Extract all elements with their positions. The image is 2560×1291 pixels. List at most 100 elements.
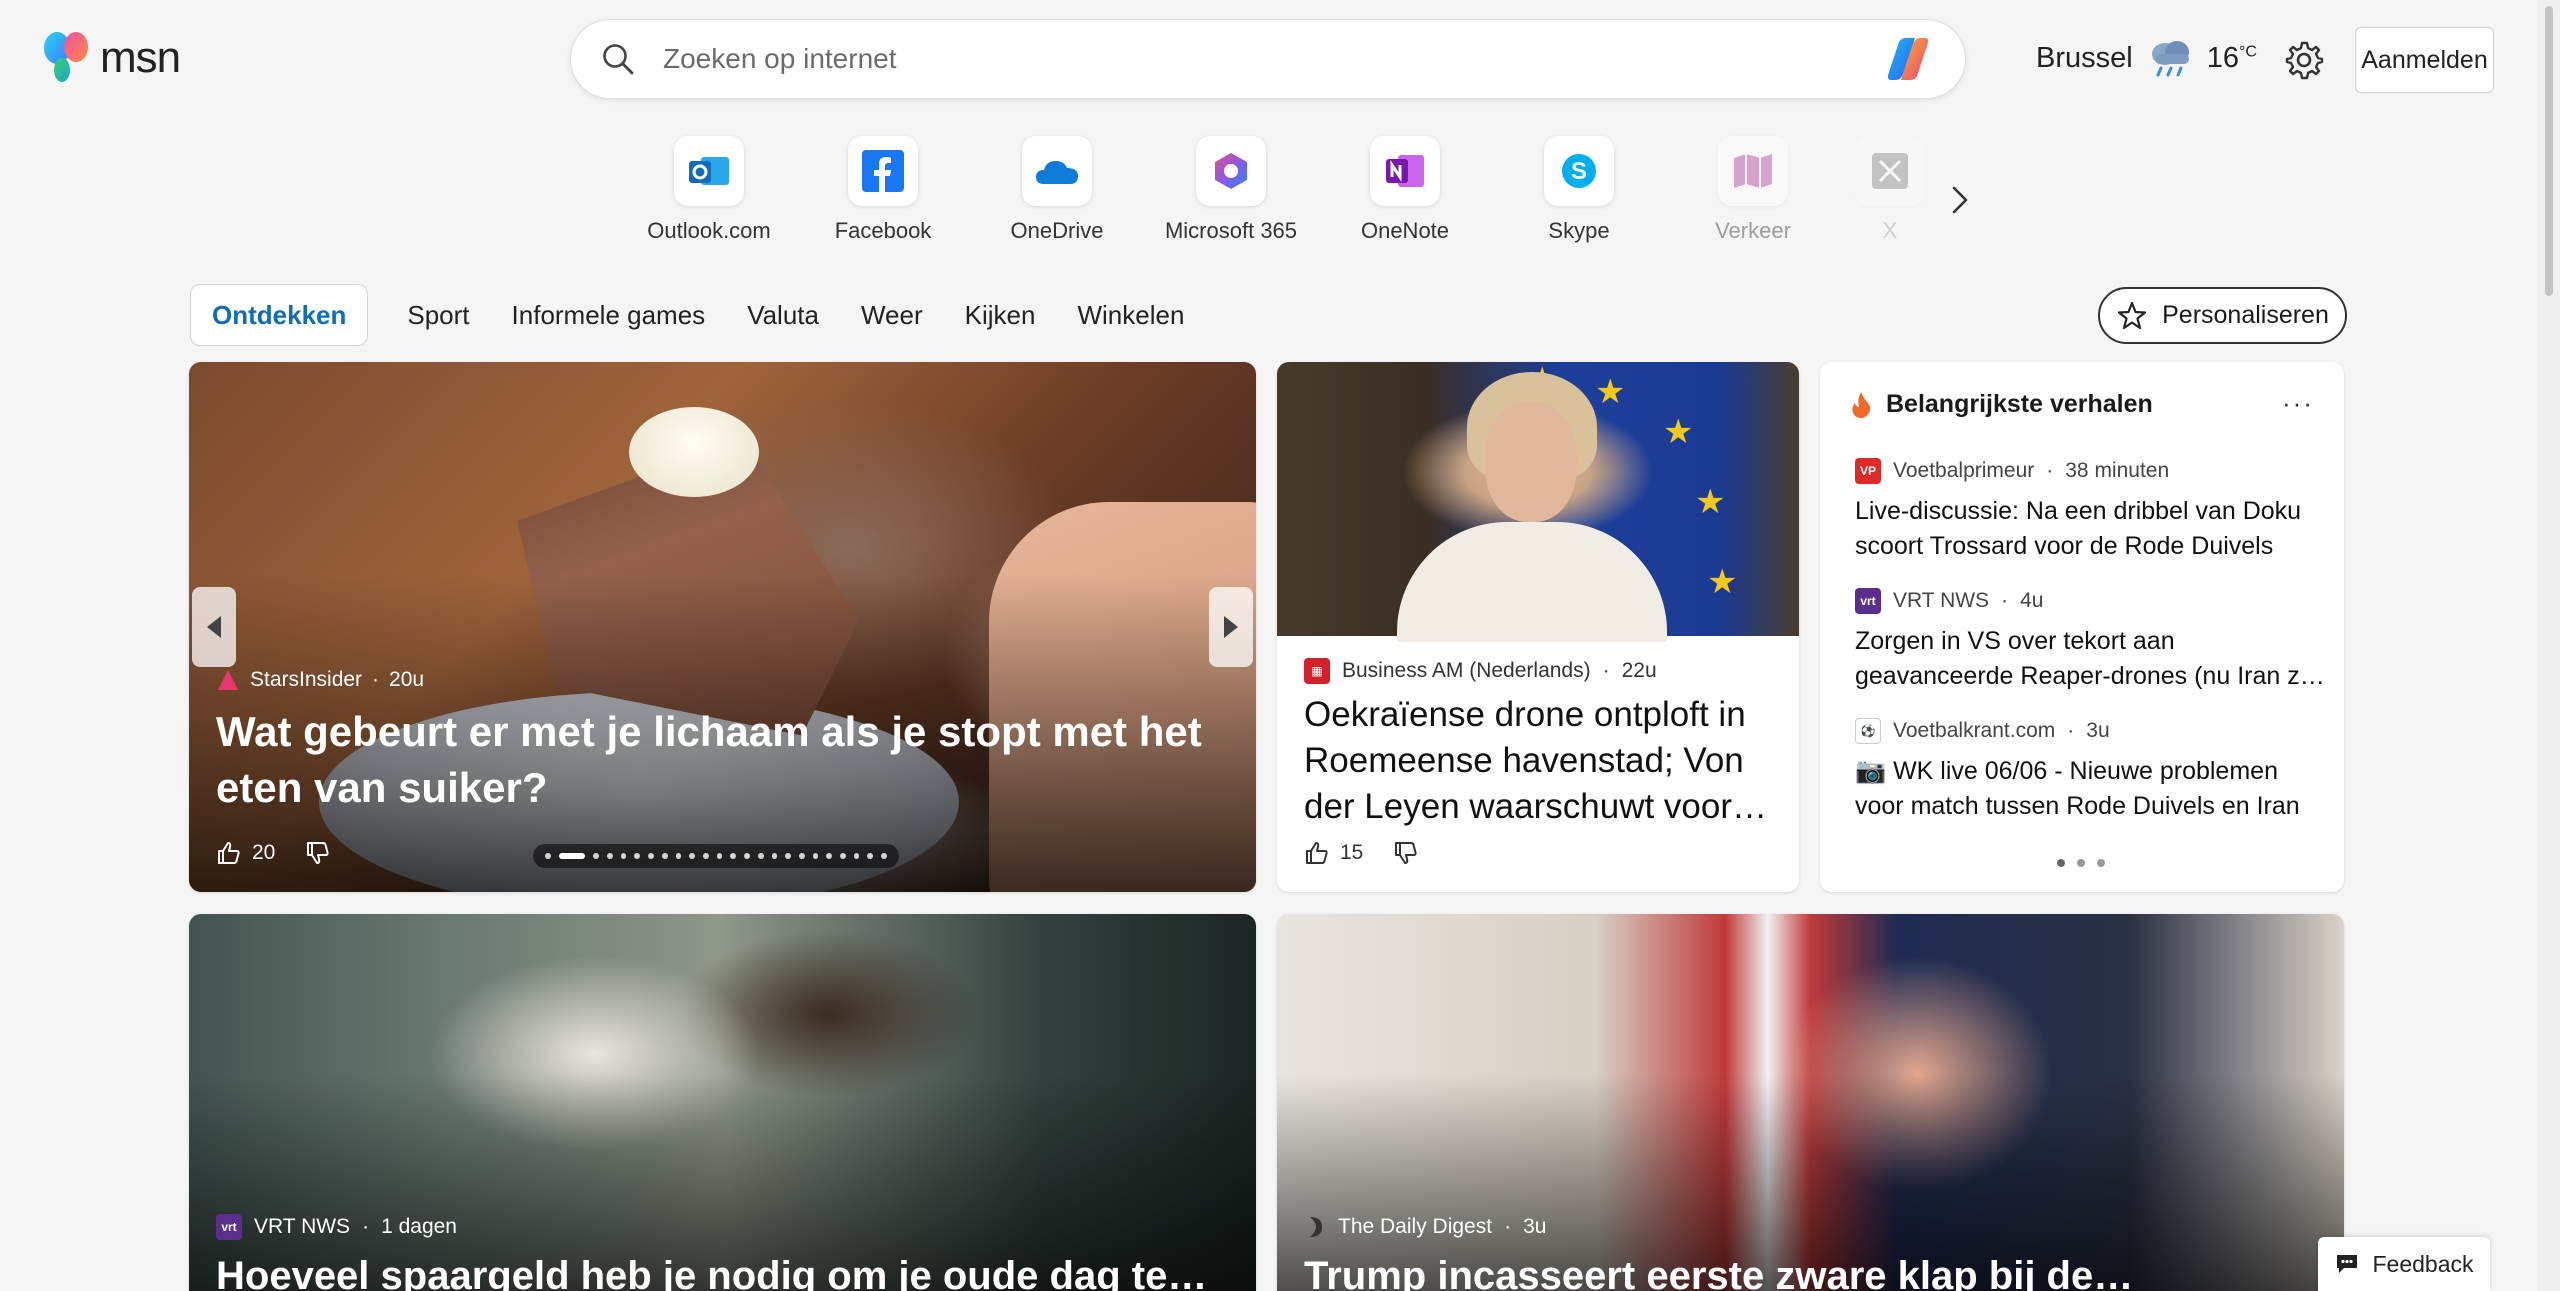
- page-dot[interactable]: [2077, 859, 2085, 867]
- thumbs-up-icon[interactable]: [1304, 840, 1330, 866]
- carousel-dot[interactable]: [812, 853, 819, 859]
- flame-icon: [1852, 391, 1871, 418]
- quicklink-label: Facebook: [834, 218, 932, 243]
- story-title: Live-discussie: Na een dribbel van Doku …: [1855, 497, 2302, 560]
- traffic-map-icon: [1734, 154, 1772, 188]
- story-title: Zorgen in VS over tekort aan geavanceerd…: [1855, 627, 2325, 690]
- thumbs-down-icon[interactable]: [1393, 840, 1419, 866]
- carousel-dot[interactable]: [702, 853, 709, 859]
- article-title[interactable]: Oekraïense drone ontploft in Roemeense h…: [1304, 692, 1784, 830]
- tab-sport[interactable]: Sport: [386, 284, 490, 346]
- tab-kijken[interactable]: Kijken: [944, 284, 1057, 346]
- quicklink-onenote[interactable]: OneNote: [1318, 136, 1492, 256]
- article-age: 1 dagen: [381, 1215, 457, 1238]
- carousel-dot[interactable]: [826, 853, 833, 859]
- quicklink-label: Microsoft 365: [1164, 218, 1298, 243]
- chevron-right-icon[interactable]: [1944, 180, 1974, 220]
- vrt-nws-logo-icon: vrt: [216, 1214, 242, 1240]
- carousel-dot[interactable]: [853, 853, 860, 859]
- copilot-icon[interactable]: [1881, 34, 1935, 84]
- triangle-right-icon: [1224, 616, 1238, 638]
- feedback-label: Feedback: [2372, 1250, 2474, 1277]
- search-bar[interactable]: [570, 19, 1966, 99]
- carousel-dot[interactable]: [634, 853, 641, 859]
- news-card[interactable]: ★ ★ ★ ★ ★ ★ ▦ Business AM (Nederlands) ·…: [1277, 362, 1799, 892]
- article-title[interactable]: Trump incasseert eerste zware klap bij d…: [1304, 1254, 2324, 1291]
- article-age: 20u: [389, 668, 425, 691]
- svg-text:S: S: [1571, 158, 1587, 185]
- quicklink-skype[interactable]: S Skype: [1492, 136, 1666, 256]
- search-input[interactable]: [663, 43, 1881, 75]
- x-icon: [1872, 153, 1908, 189]
- signin-button[interactable]: Aanmelden: [2355, 27, 2494, 93]
- carousel-dot[interactable]: [730, 853, 737, 859]
- source-name: Voetbalkrant.com: [1893, 719, 2056, 742]
- like-count: 15: [1340, 841, 1364, 864]
- voetbalkrant-logo-icon: ⚽: [1855, 718, 1881, 744]
- carousel-dot[interactable]: [545, 853, 551, 859]
- thumbs-up-icon[interactable]: [216, 840, 242, 866]
- like-count: 20: [252, 841, 276, 864]
- carousel-dot[interactable]: [593, 853, 600, 859]
- tab-valuta[interactable]: Valuta: [726, 284, 840, 346]
- news-card[interactable]: The Daily Digest · 3u Trump incasseert e…: [1277, 914, 2344, 1291]
- tab-weer[interactable]: Weer: [840, 284, 944, 346]
- tab-winkelen[interactable]: Winkelen: [1056, 284, 1205, 346]
- msn-logo[interactable]: msn: [40, 30, 181, 86]
- gear-icon[interactable]: [2284, 40, 2324, 80]
- quicklink-microsoft-365[interactable]: Microsoft 365: [1144, 136, 1318, 256]
- article-age: 3u: [1523, 1215, 1547, 1238]
- tab-informele-games[interactable]: Informele games: [491, 284, 727, 346]
- weather-temperature: 16°C: [2206, 41, 2257, 74]
- article-source: ▦ Business AM (Nederlands) · 22u: [1304, 658, 1657, 684]
- onenote-icon: [1386, 155, 1424, 187]
- article-age: 4u: [2020, 589, 2044, 612]
- article-title[interactable]: Hoeveel spaargeld heb je nodig om je oud…: [216, 1254, 1236, 1291]
- news-card[interactable]: vrt VRT NWS · 1 dagen Hoeveel spaargeld …: [189, 914, 1256, 1291]
- thumbs-down-icon[interactable]: [305, 840, 331, 866]
- carousel-dot[interactable]: [689, 853, 695, 859]
- hero-carousel-card[interactable]: StarsInsider · 20u Wat gebeurt er met je…: [189, 362, 1256, 892]
- carousel-dot[interactable]: [798, 853, 805, 859]
- quicklink-outlook[interactable]: Outlook.com: [622, 136, 796, 256]
- carousel-prev-button[interactable]: [192, 587, 236, 667]
- top-story-item[interactable]: VP Voetbalprimeur · 38 minuten Live-disc…: [1855, 458, 2325, 564]
- page-scrollbar[interactable]: [2538, 0, 2560, 1291]
- feedback-button[interactable]: Feedback: [2318, 1237, 2490, 1291]
- top-story-item[interactable]: vrt VRT NWS · 4u Zorgen in VS over tekor…: [1855, 588, 2325, 694]
- page-dot[interactable]: [2057, 859, 2065, 867]
- daily-digest-logo-icon: [1310, 1217, 1322, 1237]
- scrollbar-thumb[interactable]: [2545, 6, 2553, 296]
- article-title[interactable]: Wat gebeurt er met je lichaam als je sto…: [216, 704, 1216, 816]
- carousel-dot[interactable]: [558, 853, 586, 859]
- carousel-dot[interactable]: [675, 853, 682, 859]
- quicklink-onedrive[interactable]: OneDrive: [970, 136, 1144, 256]
- quicklink-x[interactable]: X: [1840, 136, 1940, 256]
- carousel-next-button[interactable]: [1209, 587, 1253, 667]
- carousel-dot[interactable]: [785, 853, 791, 859]
- quicklink-facebook[interactable]: Facebook: [796, 136, 970, 256]
- carousel-pagination[interactable]: [533, 844, 899, 868]
- carousel-dot[interactable]: [620, 853, 627, 859]
- carousel-dot[interactable]: [661, 853, 668, 859]
- tab-ontdekken[interactable]: Ontdekken: [190, 284, 369, 346]
- weather-widget[interactable]: Brussel 16°C: [2036, 38, 2257, 78]
- carousel-dot[interactable]: [744, 853, 750, 859]
- carousel-dot[interactable]: [840, 853, 846, 859]
- top-story-item[interactable]: ⚽ Voetbalkrant.com · 3u 📷 WK live 06/06 …: [1855, 718, 2325, 824]
- carousel-dot[interactable]: [716, 853, 723, 859]
- top-stories-header: Belangrijkste verhalen: [1850, 390, 2153, 419]
- more-options-button[interactable]: ···: [2282, 388, 2314, 419]
- carousel-dot[interactable]: [771, 853, 778, 859]
- story-title: 📷 WK live 06/06 - Nieuwe problemen voor …: [1855, 757, 2300, 820]
- quicklink-traffic[interactable]: Verkeer: [1666, 136, 1840, 256]
- carousel-dot[interactable]: [881, 853, 887, 859]
- carousel-dot[interactable]: [867, 853, 874, 859]
- personalize-button[interactable]: Personaliseren: [2098, 287, 2347, 344]
- quicklink-label: X: [1882, 218, 1898, 243]
- carousel-dot[interactable]: [648, 853, 654, 859]
- page-dot[interactable]: [2097, 859, 2105, 867]
- carousel-dot[interactable]: [607, 853, 613, 859]
- top-stories-pagination[interactable]: [2057, 859, 2105, 867]
- carousel-dot[interactable]: [757, 853, 764, 859]
